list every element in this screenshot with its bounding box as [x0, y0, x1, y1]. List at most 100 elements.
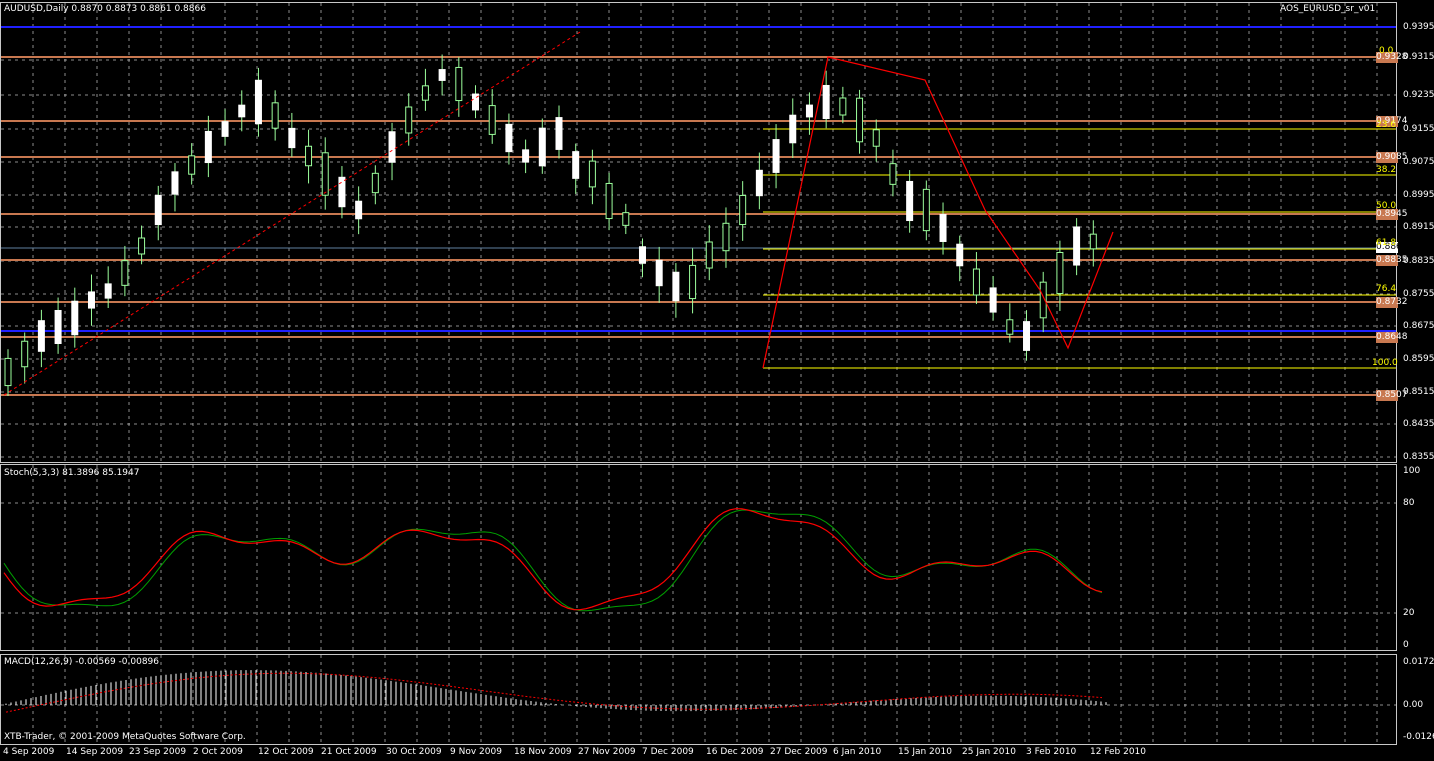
candle-body: [822, 84, 830, 120]
macd-label: MACD(12,26,9) -0.00569 -0.00896: [4, 657, 160, 667]
candle-body: [739, 194, 747, 226]
price-tick: 0.9235: [1403, 90, 1434, 100]
macd-tick: 0.00: [1403, 700, 1424, 710]
level-price-box: 0.8732: [1376, 297, 1408, 308]
price-tick: 0.8355: [1403, 452, 1434, 462]
candle-body: [4, 357, 12, 387]
candle-body: [1006, 319, 1014, 335]
candle-body: [321, 152, 329, 196]
date-tick: 2 Oct 2009: [193, 747, 243, 757]
price-tick: 0.8835: [1403, 256, 1434, 266]
candle-body: [672, 271, 680, 302]
candle-body: [271, 102, 279, 129]
date-tick: 18 Nov 2009: [514, 747, 572, 757]
candle-body: [705, 241, 713, 269]
price-tick: 0.8915: [1403, 222, 1434, 232]
candle-body: [989, 287, 997, 313]
date-tick: 12 Feb 2010: [1090, 747, 1147, 757]
candle-body: [906, 180, 914, 222]
candle-body: [605, 182, 613, 220]
candle-body: [388, 131, 396, 163]
candle-body: [538, 127, 546, 167]
price-tick: 0.8595: [1403, 354, 1434, 364]
level-price-box: 0.8835: [1376, 255, 1408, 266]
level-price-box: 0.8507: [1376, 390, 1408, 401]
candle-body: [238, 104, 246, 118]
date-tick: 9 Nov 2009: [450, 747, 502, 757]
candle-body: [638, 246, 646, 264]
candle-body: [956, 243, 964, 267]
candle-body: [438, 69, 446, 81]
candle-body: [355, 200, 363, 220]
candle-body: [922, 188, 930, 232]
fib-label: 38.2: [1376, 165, 1397, 175]
candle-body: [972, 268, 980, 296]
fib-label: 23.6: [1376, 120, 1397, 130]
price-axis[interactable]: 0.9395 0.9315 0.9235 0.9155 0.9075 0.899…: [1397, 0, 1434, 761]
candle-body: [104, 283, 112, 299]
date-tick: 21 Oct 2009: [321, 747, 377, 757]
date-tick: 27 Nov 2009: [578, 747, 636, 757]
date-tick: 30 Oct 2009: [386, 747, 442, 757]
candle-body: [722, 222, 730, 252]
candle-body: [839, 97, 847, 116]
candle-body: [755, 169, 763, 197]
candle-body: [1089, 233, 1097, 250]
fib-label: 61.8: [1376, 238, 1397, 248]
stoch-label: Stoch(5,3,3) 81.3896 85.1947: [4, 468, 140, 478]
date-tick: 15 Jan 2010: [898, 747, 952, 757]
fib-label: 76.4: [1376, 284, 1397, 294]
date-tick: 16 Dec 2009: [706, 747, 764, 757]
candle-body: [572, 151, 580, 179]
candle-body: [54, 309, 62, 345]
date-tick: 14 Sep 2009: [66, 747, 124, 757]
candle-body: [889, 163, 897, 185]
candle-body: [288, 127, 296, 149]
symbol-header: AUDUSD,Daily 0.8870 0.8873 0.8861 0.8866: [4, 4, 206, 14]
candle-body: [204, 130, 212, 164]
indicator-label: AOS_EURUSD_sr_v01: [1280, 4, 1376, 14]
price-tick: 0.8755: [1403, 289, 1434, 299]
candle-body: [87, 291, 95, 309]
price-tick: 0.8435: [1403, 419, 1434, 429]
candle-body: [622, 212, 630, 226]
candle-body: [939, 214, 947, 242]
candle-body: [805, 104, 813, 118]
price-tick: 0.9075: [1403, 157, 1434, 167]
candle-body: [371, 172, 379, 194]
candle-body: [405, 106, 413, 134]
chart-canvas[interactable]: [0, 0, 1434, 761]
candle-body: [789, 114, 797, 144]
candle-body: [188, 155, 196, 175]
candle-body: [254, 79, 262, 125]
stoch-main-line: [3, 509, 1103, 612]
price-tick: 0.9395: [1403, 22, 1434, 32]
candle-body: [1023, 321, 1031, 351]
candle-body: [588, 160, 596, 188]
stoch-tick: 80: [1403, 498, 1415, 508]
level-price-box: 0.9085: [1376, 152, 1408, 163]
stoch-tick: 20: [1403, 608, 1415, 618]
candle-body: [872, 129, 880, 147]
macd-tick: 0.01725: [1403, 657, 1434, 667]
candle-body: [421, 85, 429, 101]
candle-body: [154, 194, 162, 226]
candle-body: [138, 237, 146, 255]
fib-label: 0.0: [1379, 46, 1394, 56]
candle-body: [856, 97, 864, 143]
date-tick: 25 Jan 2010: [962, 747, 1016, 757]
candle-body: [455, 66, 463, 102]
level-price-box: 0.8648: [1376, 332, 1408, 343]
macd-tick: -0.01269: [1403, 732, 1434, 742]
date-tick: 27 Dec 2009: [770, 747, 828, 757]
candle-body: [772, 139, 780, 173]
candle-body: [305, 145, 313, 167]
candle-body: [1073, 226, 1081, 266]
candle-body: [71, 300, 79, 336]
candle-body: [221, 121, 229, 137]
candle-body: [689, 264, 697, 300]
candle-body: [655, 259, 663, 287]
price-tick: 0.8675: [1403, 321, 1434, 331]
price-tick: 0.8515: [1403, 387, 1434, 397]
macd-signal-line: [5, 672, 1103, 713]
